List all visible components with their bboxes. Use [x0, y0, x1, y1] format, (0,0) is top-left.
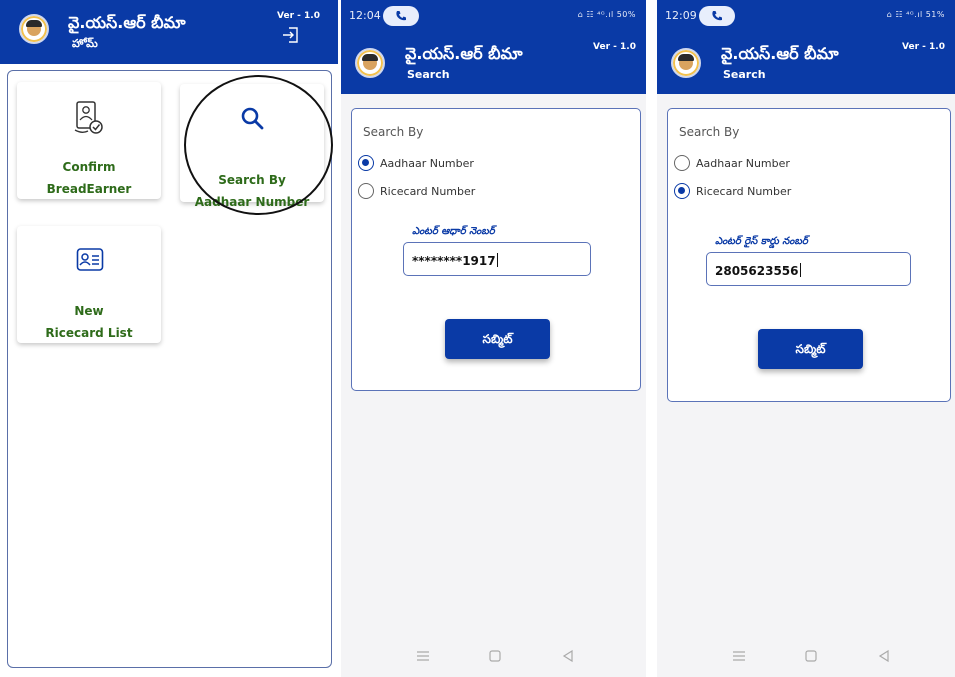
tile-label-ricecard: New Ricecard List — [45, 304, 133, 340]
radio-unselected-icon — [674, 155, 690, 171]
status-time: 12:09 — [665, 9, 697, 22]
confirm-breadearner-tile[interactable]: Confirm BreadEarner — [17, 82, 161, 199]
app-title: వై.యస్.ఆర్ బీమా — [68, 13, 186, 32]
app-header: వై.యస్.ఆర్ బీమా Search Ver - 1.0 — [657, 32, 955, 94]
radio-label: Ricecard Number — [380, 184, 476, 198]
radio-label: Aadhaar Number — [696, 156, 790, 170]
menu-icon[interactable] — [732, 649, 746, 663]
page-subtitle: హోమ్ — [72, 37, 98, 50]
page-subtitle: Search — [723, 68, 766, 81]
radio-aadhaar-number[interactable]: Aadhaar Number — [358, 155, 474, 171]
app-title: వై.యస్.ఆర్ బీమా — [405, 44, 523, 63]
tile-label-confirm: Confirm BreadEarner — [46, 160, 132, 196]
version-label: Ver - 1.0 — [593, 42, 636, 52]
search-ricecard-screen: 12:09 ⌂ ☷ ⁴ᴳ.ıl 51% వై.యస్.ఆర్ బీమా Sear… — [657, 0, 955, 677]
aadhaar-field-label: ఎంటర్ ఆధార్ నెంబర్ — [412, 226, 495, 237]
tile-label-search: Search By Aadhaar Number — [194, 173, 310, 209]
search-aadhaar-screen: 12:04 ⌂ ☷ ⁴ᴳ.ıl 50% వై.యస్.ఆర్ బీమా Sear… — [341, 0, 646, 677]
app-logo — [355, 48, 385, 78]
radio-selected-icon — [358, 155, 374, 171]
new-ricecard-list-tile[interactable]: New Ricecard List — [17, 226, 161, 343]
status-bar: 12:09 ⌂ ☷ ⁴ᴳ.ıl 51% — [657, 0, 955, 32]
screenshot-collage: వై.యస్.ఆర్ బీమా హోమ్ Ver - 1.0 Confirm B… — [0, 0, 955, 677]
phone-icon — [712, 11, 722, 21]
status-bar: 12:04 ⌂ ☷ ⁴ᴳ.ıl 50% — [341, 0, 646, 32]
status-time: 12:04 — [349, 9, 381, 22]
android-nav-bar — [657, 635, 955, 677]
menu-icon[interactable] — [416, 649, 430, 663]
home-icon[interactable] — [804, 649, 818, 663]
phone-icon — [396, 11, 406, 21]
app-logo — [19, 14, 49, 44]
ricecard-field-label: ఎంటర్ రైస్ కార్డు నంబర్ — [715, 236, 808, 247]
id-card-verified-icon — [74, 101, 103, 134]
app-logo — [671, 48, 701, 78]
status-indicators: ⌂ ☷ ⁴ᴳ.ıl 51% — [886, 10, 945, 19]
submit-button[interactable]: సబ్మిట్ — [758, 329, 863, 369]
radio-selected-icon — [674, 183, 690, 199]
search-icon — [241, 107, 264, 130]
radio-ricecard-number[interactable]: Ricecard Number — [674, 183, 791, 199]
search-form-card: Search By Aadhaar Number Ricecard Number… — [351, 108, 641, 391]
logout-icon[interactable] — [282, 26, 300, 44]
contact-card-icon — [76, 248, 104, 271]
android-nav-bar — [341, 635, 646, 677]
radio-unselected-icon — [358, 183, 374, 199]
home-screen: వై.యస్.ఆర్ బీమా హోమ్ Ver - 1.0 Confirm B… — [0, 0, 338, 677]
text-caret — [496, 253, 499, 267]
search-by-aadhaar-tile[interactable]: Search By Aadhaar Number — [180, 84, 324, 209]
search-by-label: Search By — [679, 125, 740, 139]
search-form-card: Search By Aadhaar Number Ricecard Number… — [667, 108, 951, 402]
ongoing-call-pill[interactable] — [699, 6, 735, 26]
back-icon[interactable] — [561, 649, 575, 663]
home-menu-grid: Confirm BreadEarner Search By Aadhaar Nu… — [7, 70, 332, 668]
radio-aadhaar-number[interactable]: Aadhaar Number — [674, 155, 790, 171]
version-label: Ver - 1.0 — [277, 11, 320, 21]
aadhaar-number-input[interactable]: ********1917 — [403, 242, 591, 276]
ongoing-call-pill[interactable] — [383, 6, 419, 26]
app-title: వై.యస్.ఆర్ బీమా — [721, 44, 839, 63]
text-caret — [799, 263, 801, 277]
radio-ricecard-number[interactable]: Ricecard Number — [358, 183, 475, 199]
status-indicators: ⌂ ☷ ⁴ᴳ.ıl 50% — [577, 10, 636, 19]
page-subtitle: Search — [407, 68, 450, 81]
search-by-label: Search By — [363, 125, 424, 139]
back-icon[interactable] — [877, 649, 891, 663]
radio-label: Aadhaar Number — [380, 156, 474, 170]
app-header: వై.యస్.ఆర్ బీమా హోమ్ Ver - 1.0 — [0, 0, 338, 64]
home-icon[interactable] — [488, 649, 502, 663]
radio-label: Ricecard Number — [696, 184, 792, 198]
version-label: Ver - 1.0 — [902, 42, 945, 52]
app-header: వై.యస్.ఆర్ బీమా Search Ver - 1.0 — [341, 32, 646, 94]
submit-button[interactable]: సబ్మిట్ — [445, 319, 550, 359]
ricecard-number-input[interactable]: 2805623556 — [706, 252, 911, 286]
